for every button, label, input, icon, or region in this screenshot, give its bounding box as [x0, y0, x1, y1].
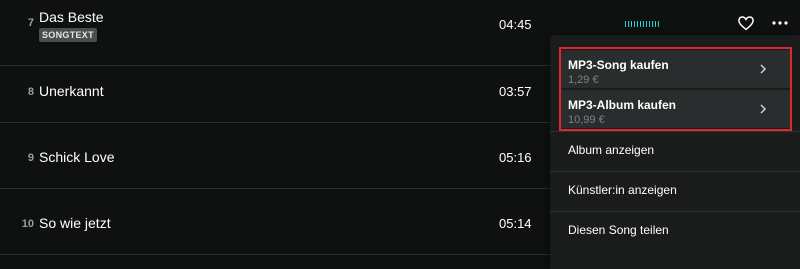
track-title[interactable]: Das Beste	[39, 9, 104, 25]
lyrics-badge[interactable]: SONGTEXT	[39, 28, 97, 42]
equalizer-icon	[625, 20, 659, 27]
menu-item-label: Diesen Song teilen	[568, 223, 669, 237]
menu-item-song-teilen[interactable]: Diesen Song teilen	[550, 211, 800, 251]
menu-item-label: Album anzeigen	[568, 143, 655, 157]
track-duration: 04:45	[499, 17, 532, 32]
track-number: 7	[27, 17, 34, 29]
more-options-icon[interactable]	[770, 14, 790, 32]
track-number: 10	[21, 218, 34, 230]
track-title[interactable]: Unerkannt	[39, 83, 104, 99]
menu-item-kuenstler-anzeigen[interactable]: Künstler:in anzeigen	[550, 171, 800, 211]
track-duration: 05:16	[499, 150, 532, 165]
highlight-box	[559, 47, 792, 131]
heart-icon[interactable]	[737, 14, 755, 32]
menu-item-album-anzeigen[interactable]: Album anzeigen	[550, 131, 800, 171]
menu-item-label: Künstler:in anzeigen	[568, 183, 677, 197]
track-duration: 05:14	[499, 216, 532, 231]
track-duration: 03:57	[499, 84, 532, 99]
track-number: 9	[27, 152, 34, 164]
track-title[interactable]: Schick Love	[39, 149, 114, 165]
track-number: 8	[27, 86, 34, 98]
track-title[interactable]: So wie jetzt	[39, 215, 111, 231]
